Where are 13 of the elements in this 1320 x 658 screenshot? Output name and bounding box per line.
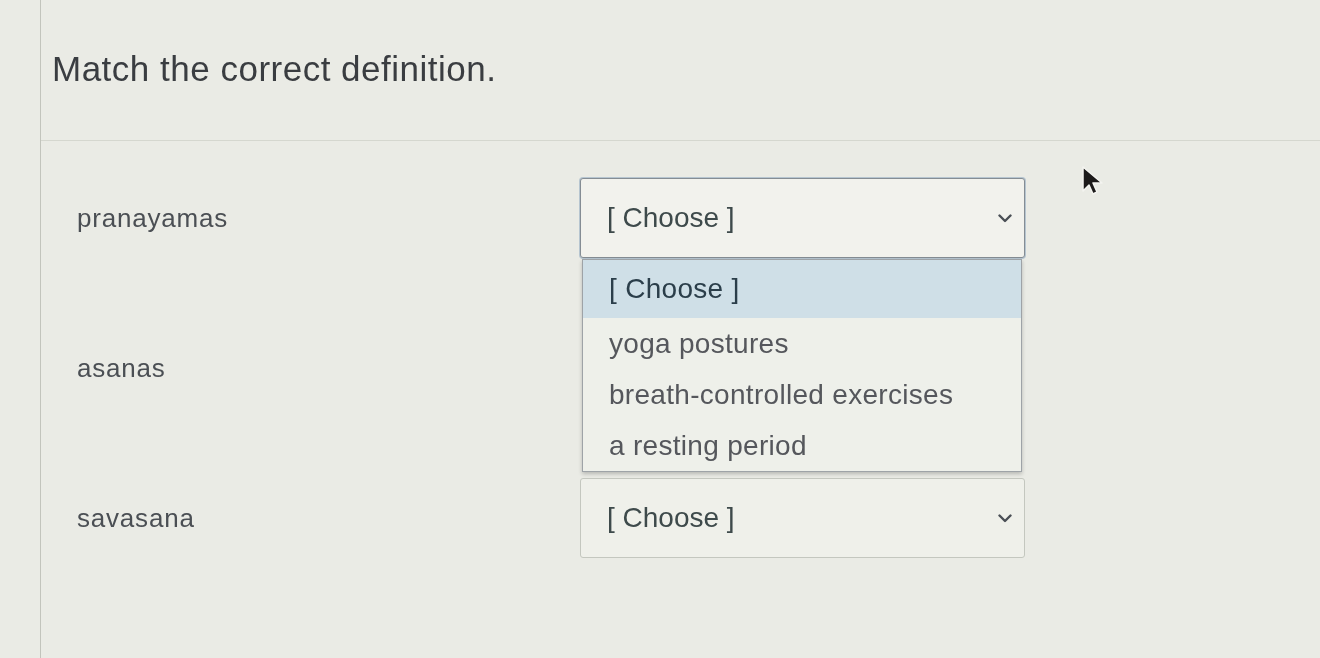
dropdown-option[interactable]: a resting period bbox=[583, 420, 1021, 471]
term-label: pranayamas bbox=[77, 202, 229, 234]
dropdown-option[interactable]: yoga postures bbox=[583, 318, 1021, 369]
dropdown-option[interactable]: breath-controlled exercises bbox=[583, 369, 1021, 420]
term-label: savasana bbox=[77, 502, 195, 534]
dropdown-option[interactable]: [ Choose ] bbox=[583, 260, 1021, 318]
term-label: asanas bbox=[77, 352, 166, 384]
question-title: Match the correct definition. bbox=[52, 48, 497, 90]
select-dropdown[interactable]: [ Choose ] bbox=[580, 178, 1025, 258]
select-dropdown[interactable]: [ Choose ] bbox=[580, 478, 1025, 558]
chevron-down-icon bbox=[998, 213, 1012, 223]
chevron-down-icon bbox=[998, 513, 1012, 523]
mouse-pointer-icon bbox=[1082, 166, 1104, 196]
